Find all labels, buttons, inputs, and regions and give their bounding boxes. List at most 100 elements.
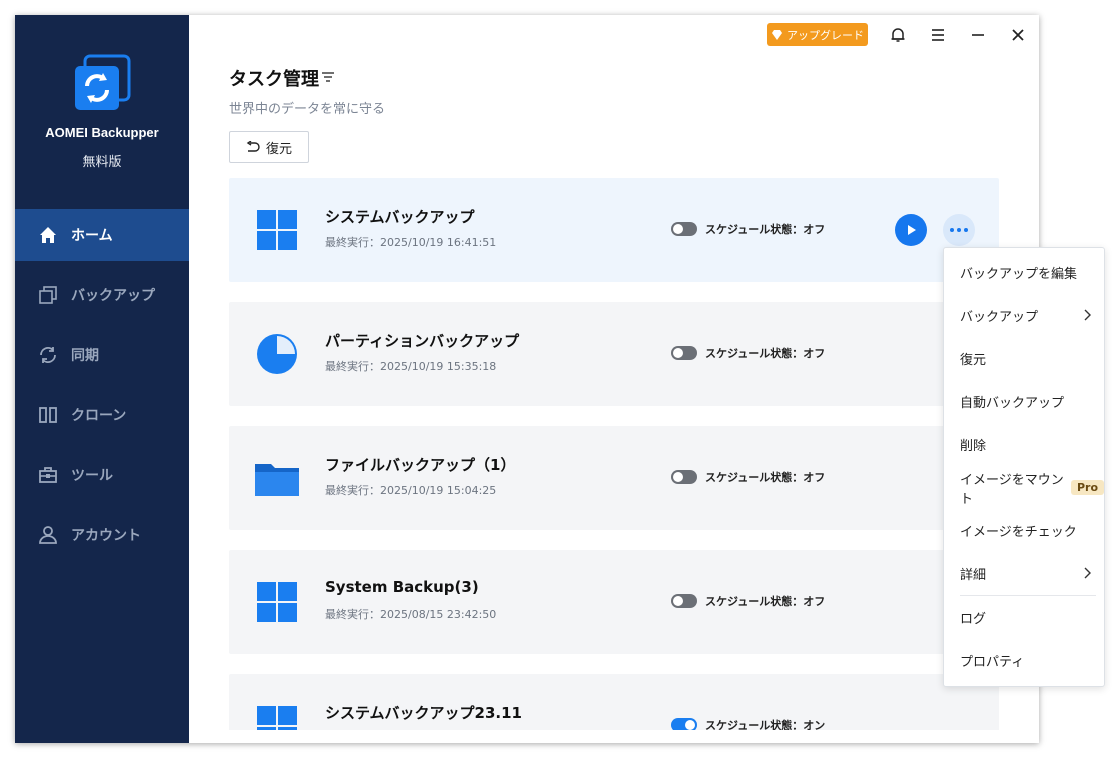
task-card[interactable]: パーティションバックアップ 最終実行：2025/10/19 15:35:18 ス… [229, 302, 999, 406]
task-name: システムバックアップ [325, 208, 475, 226]
menu-item-label: プロパティ [960, 655, 1025, 670]
undo-icon [246, 141, 260, 152]
sidebar-item-sync[interactable]: 同期 [15, 329, 189, 381]
sidebar-item-label: クローン [71, 408, 127, 424]
user-icon [37, 524, 59, 546]
sync-icon [37, 344, 59, 366]
task-name: System Backup(3) [325, 578, 479, 596]
schedule-toggle[interactable] [671, 346, 697, 360]
menu-item-advanced[interactable]: 詳細 [944, 552, 1104, 595]
task-name: ファイルバックアップ（1） [325, 456, 516, 474]
app-edition: 無料版 [82, 155, 122, 170]
schedule-label: スケジュール状態：オフ [705, 347, 826, 360]
menu-item-label: イメージをチェック [960, 525, 1077, 540]
context-menu: バックアップを編集 バックアップ 復元 自動バックアップ 削除 イメージをマウン… [943, 247, 1105, 687]
schedule-label: スケジュール状態：オフ [705, 471, 826, 484]
upgrade-button[interactable]: アップグレード [767, 23, 868, 46]
task-name: パーティションバックアップ [325, 332, 520, 350]
menu-item-check-image[interactable]: イメージをチェック [944, 509, 1104, 552]
app-window: AOMEI Backupper 無料版 ホーム バックアップ 同期 クローン ツ… [15, 15, 1039, 743]
more-options-button[interactable] [943, 214, 975, 246]
schedule-label: スケジュール状態：オフ [705, 595, 826, 608]
sidebar-item-home[interactable]: ホーム [15, 209, 189, 261]
diamond-icon [772, 29, 782, 40]
menu-item-label: 削除 [960, 439, 987, 454]
schedule-toggle[interactable] [671, 718, 697, 730]
restore-label: 復元 [265, 141, 292, 157]
sidebar-item-label: ホーム [71, 228, 113, 244]
task-last-run: 最終実行：2025/10/19 15:04:25 [325, 484, 497, 497]
pro-badge: Pro [1070, 480, 1104, 495]
task-name: システムバックアップ23.11 [325, 704, 522, 722]
folder-icon [255, 464, 299, 496]
task-card[interactable]: ファイルバックアップ（1） 最終実行：2025/10/19 15:04:25 ス… [229, 426, 999, 530]
menu-item-label: 自動バックアップ [960, 396, 1065, 411]
close-icon[interactable] [1008, 25, 1028, 45]
menu-item-label: 詳細 [960, 568, 987, 583]
schedule-status: スケジュール状態：オン [671, 717, 825, 730]
schedule-toggle[interactable] [671, 594, 697, 608]
task-last-run: 最終実行：2025/10/19 16:41:51 [325, 236, 497, 249]
restore-button[interactable]: 復元 [229, 131, 309, 163]
bell-icon[interactable] [888, 25, 908, 45]
menu-item-delete[interactable]: 削除 [944, 423, 1104, 466]
chevron-right-icon [1084, 309, 1091, 321]
task-last-run: 最終実行：2025/10/19 15:35:18 [325, 360, 497, 373]
schedule-status: スケジュール状態：オフ [671, 593, 825, 609]
sidebar-item-clone[interactable]: クローン [15, 389, 189, 441]
task-card[interactable]: システムバックアップ 最終実行：2025/10/19 16:41:51 スケジュ… [229, 178, 999, 282]
main-panel: アップグレード タスク管理 世界中のデータを常に守る 復元 システムバックアップ… [189, 15, 1039, 743]
run-button[interactable] [895, 214, 927, 246]
menu-item-label: ログ [960, 612, 987, 627]
app-logo-icon [75, 54, 131, 110]
menu-item-edit-backup[interactable]: バックアップを編集 [944, 251, 1104, 294]
sidebar-item-account[interactable]: アカウント [15, 509, 189, 561]
toolbox-icon [37, 464, 59, 486]
chevron-right-icon [1084, 567, 1091, 579]
menu-item-properties[interactable]: プロパティ [944, 639, 1104, 682]
menu-item-backup[interactable]: バックアップ [944, 294, 1104, 337]
filter-icon[interactable] [321, 70, 335, 84]
menu-item-label: バックアップを編集 [960, 267, 1078, 282]
schedule-status: スケジュール状態：オフ [671, 221, 825, 237]
play-icon [908, 225, 916, 235]
windows-icon [257, 210, 297, 250]
schedule-toggle[interactable] [671, 470, 697, 484]
menu-item-label: バックアップ [960, 310, 1039, 325]
copy-icon [37, 284, 59, 306]
schedule-status: スケジュール状態：オフ [671, 345, 825, 361]
windows-icon [257, 706, 297, 730]
partition-icon [257, 334, 297, 374]
clone-icon [37, 404, 59, 426]
task-list: システムバックアップ 最終実行：2025/10/19 16:41:51 スケジュ… [229, 178, 999, 730]
page-subtitle: 世界中のデータを常に守る [229, 102, 386, 117]
menu-item-auto-backup[interactable]: 自動バックアップ [944, 380, 1104, 423]
page-title: タスク管理 [229, 69, 319, 90]
sidebar-item-label: ツール [71, 468, 113, 484]
menu-icon[interactable] [928, 25, 948, 45]
menu-item-restore[interactable]: 復元 [944, 337, 1104, 380]
menu-item-label: イメージをマウント [960, 472, 1064, 507]
menu-item-label: 復元 [960, 353, 987, 368]
schedule-label: スケジュール状態：オフ [705, 223, 826, 236]
app-name: AOMEI Backupper [45, 125, 159, 140]
windows-icon [257, 582, 297, 622]
sidebar-item-label: バックアップ [71, 288, 155, 304]
task-last-run: 最終実行：2025/08/15 23:42:50 [325, 608, 497, 621]
schedule-label: スケジュール状態：オン [705, 719, 826, 730]
schedule-toggle[interactable] [671, 222, 697, 236]
sidebar-item-label: アカウント [71, 528, 141, 544]
home-icon [37, 224, 59, 246]
task-card[interactable]: システムバックアップ23.11 スケジュール状態：オン [229, 674, 999, 730]
menu-item-mount-image[interactable]: イメージをマウント Pro [944, 466, 1104, 509]
menu-item-log[interactable]: ログ [944, 596, 1104, 639]
sidebar-nav: ホーム バックアップ 同期 クローン ツール アカウント [15, 209, 189, 569]
sidebar: AOMEI Backupper 無料版 ホーム バックアップ 同期 クローン ツ… [15, 15, 189, 743]
sidebar-item-label: 同期 [71, 348, 99, 364]
task-card[interactable]: System Backup(3) 最終実行：2025/08/15 23:42:5… [229, 550, 999, 654]
sidebar-item-backup[interactable]: バックアップ [15, 269, 189, 321]
minimize-icon[interactable] [968, 25, 988, 45]
upgrade-label: アップグレード [787, 28, 864, 42]
schedule-status: スケジュール状態：オフ [671, 469, 825, 485]
sidebar-item-tools[interactable]: ツール [15, 449, 189, 501]
